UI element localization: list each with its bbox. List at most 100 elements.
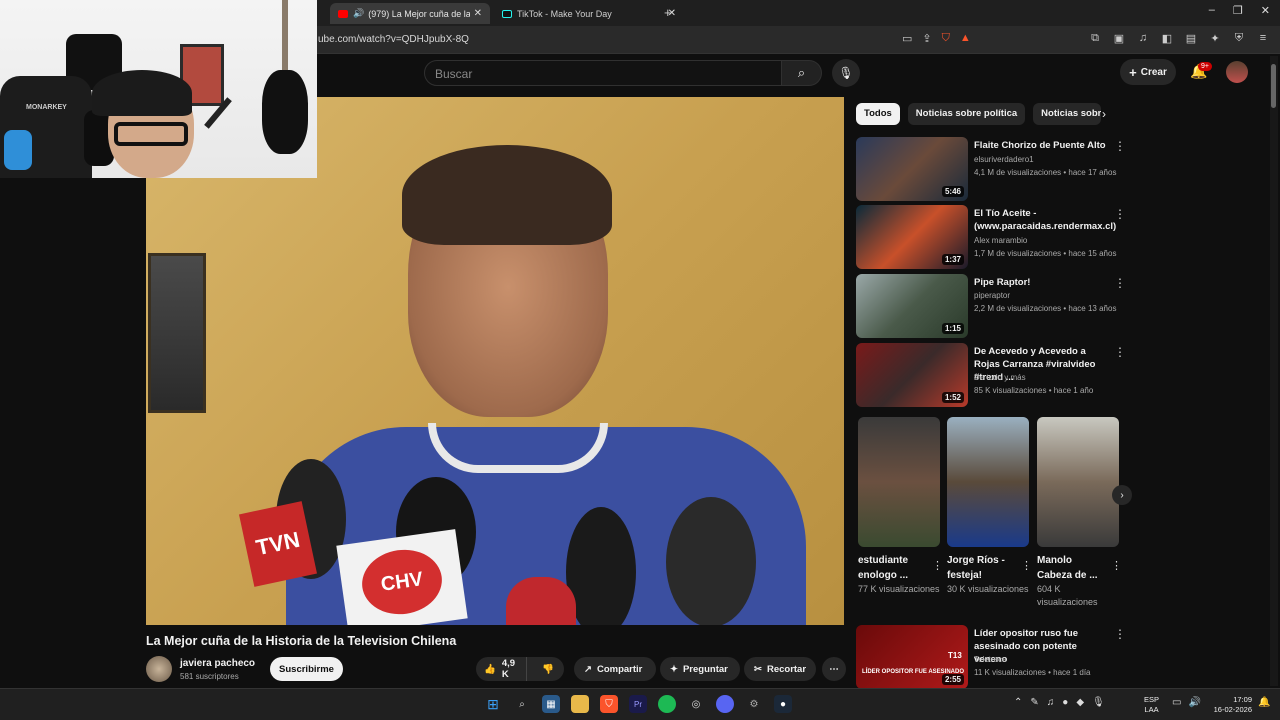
short-thumbnail [947, 417, 1029, 547]
duration-badge: 1:37 [941, 254, 964, 265]
more-vertical-icon[interactable]: ⋮ [1114, 276, 1126, 290]
close-window-icon[interactable]: ✕ [1261, 4, 1270, 17]
page-scrollbar[interactable] [1270, 56, 1278, 686]
recommendation-item[interactable]: 1:15 Pipe Raptor! piperaptor 2,2 M de vi… [856, 274, 1126, 338]
share-icon: ↗ [584, 663, 592, 675]
clip-button[interactable]: ✂ Recortar [744, 657, 816, 681]
chevron-right-icon[interactable]: › [1102, 107, 1106, 121]
clock[interactable]: 17:09 16-02-2026 [1206, 695, 1252, 715]
language-indicator[interactable]: ESP LAA [1144, 695, 1159, 715]
search-input[interactable]: Buscar [424, 60, 782, 86]
premiere-icon[interactable]: Pr [629, 695, 647, 713]
glasses [114, 122, 188, 146]
share-page-icon[interactable]: ⇪ [922, 32, 931, 45]
restore-icon[interactable]: ❐ [1233, 4, 1243, 17]
spotify-icon[interactable] [658, 695, 676, 713]
cast-icon[interactable]: ▭ [902, 32, 912, 45]
rec-channel: elsuriverdadero1 [974, 155, 1034, 164]
photos-icon[interactable]: ▦ [542, 695, 560, 713]
more-vertical-icon[interactable]: ⋮ [1114, 139, 1126, 153]
scrollbar-thumb[interactable] [1271, 64, 1276, 108]
chv-mic-flag: CHV [336, 529, 468, 625]
tab-title: TikTok - Make Your Day [517, 8, 612, 19]
more-actions-button[interactable]: ⋯ [822, 657, 846, 681]
search-button[interactable]: ⌕ [782, 60, 822, 86]
recommendation-item[interactable]: LÍDER OPOSITOR FUE ASESINADO T13 2:55 Lí… [856, 625, 1126, 689]
windows-start-icon[interactable]: ⊞ [484, 695, 502, 713]
chip-todos[interactable]: Todos [856, 103, 900, 125]
short-item[interactable]: Manolo Cabeza de ... 604 K visualizacion… [1037, 417, 1122, 609]
close-tab-icon[interactable]: ✕ [474, 8, 482, 19]
tab-youtube[interactable]: 🔊 (979) La Mejor cuña de la Historia ✕ [330, 3, 490, 24]
channel-name[interactable]: javiera pacheco [180, 658, 255, 669]
shorts-next-button[interactable]: › [1112, 485, 1132, 505]
more-vertical-icon[interactable]: ⋮ [1111, 559, 1122, 572]
menu-icon[interactable]: ≡ [1256, 32, 1270, 45]
plus-icon: + [1129, 64, 1137, 80]
more-vertical-icon[interactable]: ⋮ [1114, 345, 1126, 359]
brave-shield-icon[interactable]: ⛉ [942, 32, 950, 45]
recommendation-item[interactable]: 1:52 De Acevedo y Acevedo a Rojas Carran… [856, 343, 1126, 407]
rec-channel: piperaptor [974, 291, 1011, 300]
tray-app-icon[interactable]: ◆ [1076, 697, 1084, 708]
channel-avatar[interactable] [146, 656, 172, 682]
recommendation-item[interactable]: 5:46 Flaite Chorizo de Puente Alto elsur… [856, 137, 1126, 201]
guitar [262, 70, 308, 154]
settings-icon[interactable]: ⚙ [745, 695, 763, 713]
like-button[interactable]: 👍 4,9 K [476, 657, 528, 681]
share-button[interactable]: ↗ Compartir [574, 657, 656, 681]
short-title: Manolo Cabeza de ... [1037, 555, 1098, 581]
rec-meta: 2,2 M de visualizaciones • hace 13 años [974, 304, 1117, 313]
tab-tiktok[interactable]: TikTok - Make Your Day ✕ [494, 3, 684, 24]
steam-tray-icon[interactable]: ● [1062, 697, 1068, 708]
microphone-icon[interactable]: 🎙 [1092, 697, 1105, 708]
more-vertical-icon[interactable]: ⋮ [1114, 627, 1126, 641]
network-icon[interactable]: ▭ [1172, 697, 1181, 708]
sidebar-icon[interactable]: ◧ [1160, 32, 1174, 45]
subscriber-count: 581 suscriptores [180, 672, 239, 681]
search-icon[interactable]: ⌕ [513, 695, 531, 713]
url-field[interactable]: ube.com/watch?v=QDHJpubX-8Q [318, 34, 469, 45]
more-vertical-icon[interactable]: ⋮ [932, 559, 943, 572]
leo-ai-icon[interactable]: ✦ [1208, 32, 1222, 45]
notification-center-icon[interactable]: 🔔 [1258, 697, 1270, 708]
chip-politica[interactable]: Noticias sobre política [907, 103, 1026, 125]
minimize-icon[interactable]: – [1209, 4, 1215, 17]
ask-button[interactable]: ✦ Preguntar [660, 657, 740, 681]
subscribe-button[interactable]: Suscribirme [270, 657, 343, 681]
gaming-chair-accent [4, 130, 32, 170]
create-button[interactable]: + Crear [1120, 59, 1176, 85]
dislike-button[interactable]: 👎 [532, 664, 564, 675]
short-item[interactable]: Jorge Ríos - festeja! 30 K visualizacion… [947, 417, 1032, 596]
steam-icon[interactable]: ● [774, 695, 792, 713]
short-item[interactable]: estudiante enologo ... 77 K visualizacio… [858, 417, 943, 596]
status-icons: ▭ 🔊 [1172, 697, 1201, 708]
more-horizontal-icon: ⋯ [829, 663, 839, 675]
screenshot-icon[interactable]: ▣ [1112, 32, 1126, 45]
wallet-icon[interactable]: ▤ [1184, 32, 1198, 45]
obs-icon[interactable]: ◎ [687, 695, 705, 713]
scissors-icon: ✂ [754, 663, 762, 675]
rec-title: El Tío Aceite - (www.paracaidas.renderma… [974, 208, 1117, 232]
recommendation-item[interactable]: 1:37 El Tío Aceite - (www.paracaidas.ren… [856, 205, 1126, 269]
file-explorer-icon[interactable] [571, 695, 589, 713]
headset-icon[interactable]: ♫ [1047, 697, 1055, 708]
extensions-icon[interactable]: ⧉ [1088, 32, 1102, 45]
new-tab-icon[interactable]: + [664, 5, 672, 20]
more-vertical-icon[interactable]: ⋮ [1021, 559, 1032, 572]
chevron-up-icon[interactable]: ⌃ [1014, 697, 1022, 708]
chip-noticias[interactable]: Noticias sobre [1033, 103, 1102, 125]
account-avatar[interactable] [1226, 61, 1248, 83]
media-icon[interactable]: ♫ [1136, 32, 1150, 45]
rec-meta: 11 K visualizaciones • hace 1 día [974, 668, 1091, 677]
discord-icon[interactable] [716, 695, 734, 713]
brave-rewards-icon[interactable]: ▲ [960, 32, 971, 45]
vpn-icon[interactable]: ⛨ [1232, 32, 1246, 45]
brave-browser-icon[interactable]: ⛉ [600, 695, 618, 713]
microphone-icon: 🎙 [838, 66, 854, 80]
more-vertical-icon[interactable]: ⋮ [1114, 207, 1126, 221]
voice-search-button[interactable]: 🎙 [832, 59, 860, 87]
pen-icon[interactable]: ✎ [1030, 697, 1038, 708]
volume-icon[interactable]: 🔊 [1188, 697, 1200, 708]
thumbs-up-icon: 👍 [484, 663, 496, 675]
